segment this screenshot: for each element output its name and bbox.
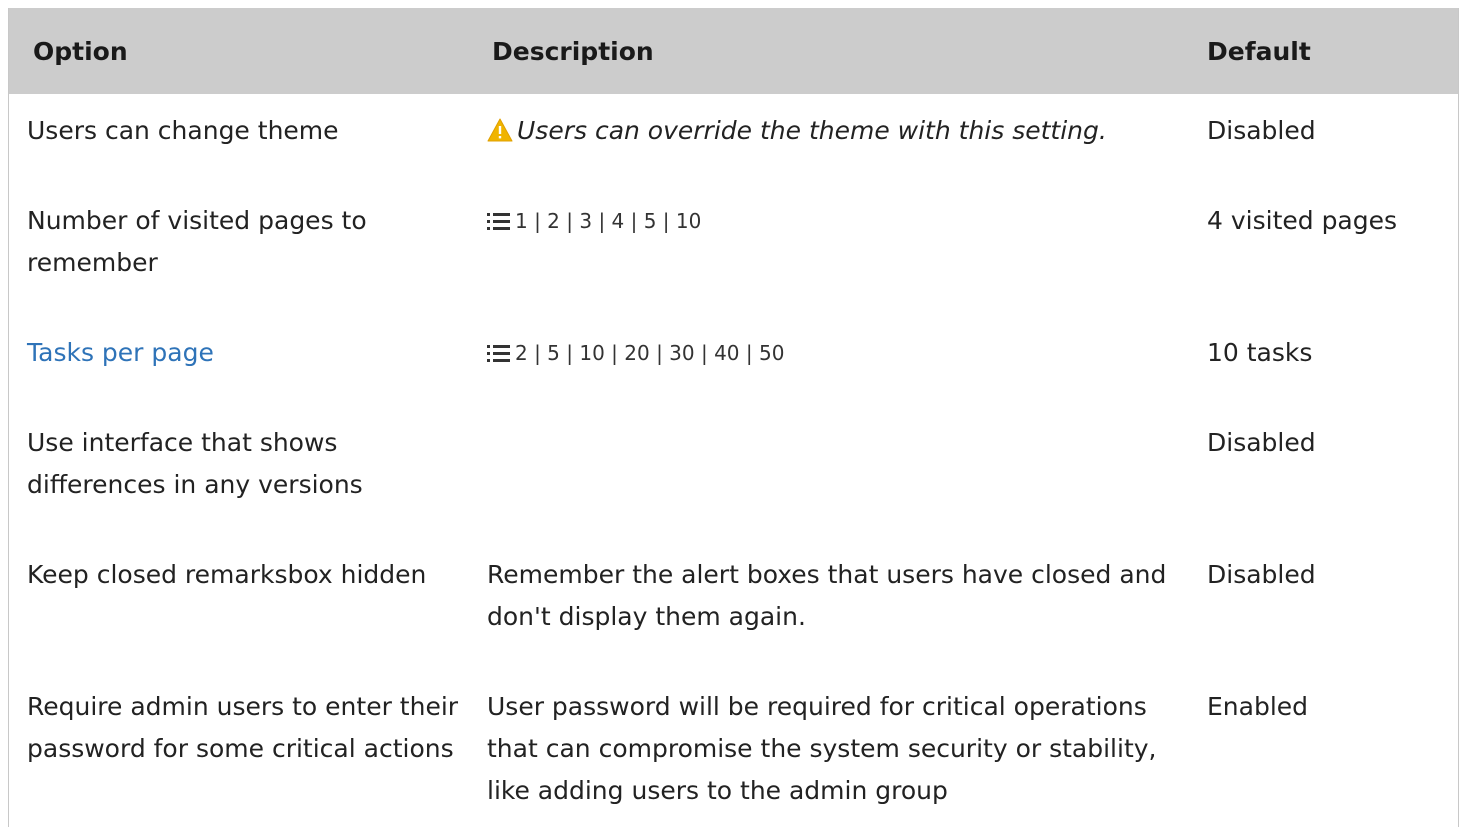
- header-default: Default: [1193, 8, 1458, 94]
- table-row: Tasks per page 2 | 5 | 10 | 20 | 30 | 40…: [9, 316, 1458, 406]
- option-cell: Tasks per page: [9, 316, 479, 406]
- default-cell: Disabled: [1207, 428, 1316, 457]
- option-cell: Use interface that shows differences in …: [27, 428, 363, 499]
- table-row: Number of visited pages to remember 1 | …: [9, 184, 1458, 316]
- description-text: Users can override the theme with this s…: [517, 116, 1107, 145]
- option-values[interactable]: 1 | 2 | 3 | 4 | 5 | 10: [515, 200, 701, 242]
- description-cell: Remember the alert boxes that users have…: [487, 560, 1167, 631]
- option-cell: Keep closed remarksbox hidden: [27, 560, 427, 589]
- description-cell: [479, 406, 1193, 538]
- default-cell: 10 tasks: [1207, 338, 1313, 367]
- preferences-table: Option Description Default Users can cha…: [9, 8, 1458, 827]
- table-row: Keep closed remarksbox hidden Remember t…: [9, 538, 1458, 670]
- description-cell: 1 | 2 | 3 | 4 | 5 | 10: [479, 184, 1193, 316]
- option-cell: Require admin users to enter their passw…: [27, 692, 459, 763]
- description-cell: User password will be required for criti…: [487, 692, 1157, 805]
- warning-icon: [487, 118, 513, 142]
- description-cell: 2 | 5 | 10 | 20 | 30 | 40 | 50: [479, 316, 1193, 406]
- tasks-per-page-link[interactable]: Tasks per page: [27, 338, 214, 367]
- table-row: Require admin users to enter their passw…: [9, 670, 1458, 827]
- option-values[interactable]: 2 | 5 | 10 | 20 | 30 | 40 | 50: [515, 332, 784, 374]
- default-cell: Enabled: [1207, 692, 1309, 721]
- header-description: Description: [479, 8, 1193, 94]
- header-option: Option: [9, 8, 479, 94]
- description-cell: Users can override the theme with this s…: [479, 94, 1193, 184]
- preferences-table-frame: Option Description Default Users can cha…: [8, 8, 1459, 827]
- table-header-row: Option Description Default: [9, 8, 1458, 94]
- option-cell: Number of visited pages to remember: [27, 206, 367, 277]
- table-row: Use interface that shows differences in …: [9, 406, 1458, 538]
- option-cell: Users can change theme: [27, 116, 339, 145]
- list-icon: [487, 213, 510, 230]
- table-row: Users can change theme Users can overrid…: [9, 94, 1458, 184]
- default-cell: Disabled: [1207, 560, 1316, 589]
- default-cell: Disabled: [1207, 116, 1316, 145]
- default-cell: 4 visited pages: [1207, 206, 1398, 235]
- list-icon: [487, 345, 510, 362]
